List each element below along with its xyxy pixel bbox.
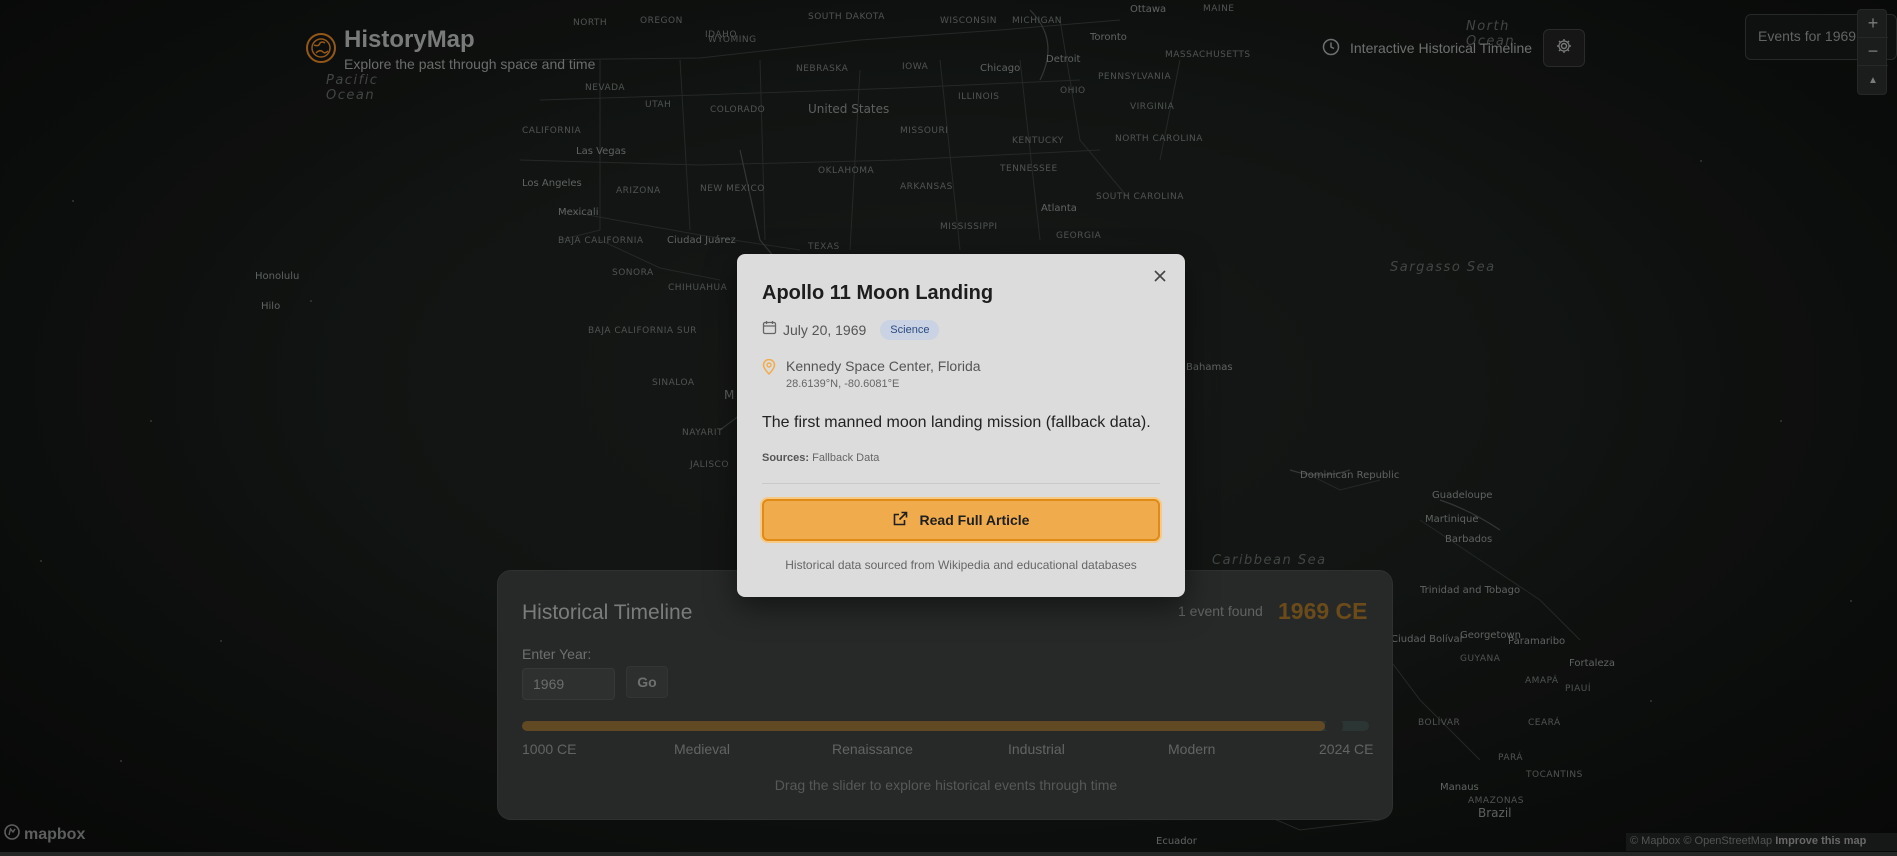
calendar-icon	[762, 320, 777, 340]
category-badge: Science	[880, 320, 940, 340]
read-full-article-button[interactable]: Read Full Article	[762, 499, 1160, 541]
event-detail-modal: Apollo 11 Moon Landing July 20, 1969 Sci…	[737, 254, 1185, 597]
sources-label: Sources:	[762, 452, 810, 464]
map-pin-icon	[762, 358, 776, 380]
event-sources: Sources: Fallback Data	[762, 452, 879, 464]
event-date-row: July 20, 1969 Science	[762, 320, 940, 340]
read-full-article-label: Read Full Article	[919, 512, 1030, 528]
event-location: Kennedy Space Center, Florida	[786, 358, 981, 374]
sources-value: Fallback Data	[812, 452, 880, 464]
event-coordinates: 28.6139°N, -80.6081°E	[786, 378, 900, 390]
event-title: Apollo 11 Moon Landing	[762, 282, 994, 304]
modal-footer-note: Historical data sourced from Wikipedia a…	[785, 558, 1137, 572]
event-description: The first manned moon landing mission (f…	[762, 414, 1151, 431]
external-link-icon	[893, 511, 908, 529]
close-icon	[1154, 269, 1166, 287]
event-date: July 20, 1969	[783, 322, 867, 338]
close-button[interactable]	[1152, 270, 1168, 286]
divider	[762, 483, 1160, 484]
